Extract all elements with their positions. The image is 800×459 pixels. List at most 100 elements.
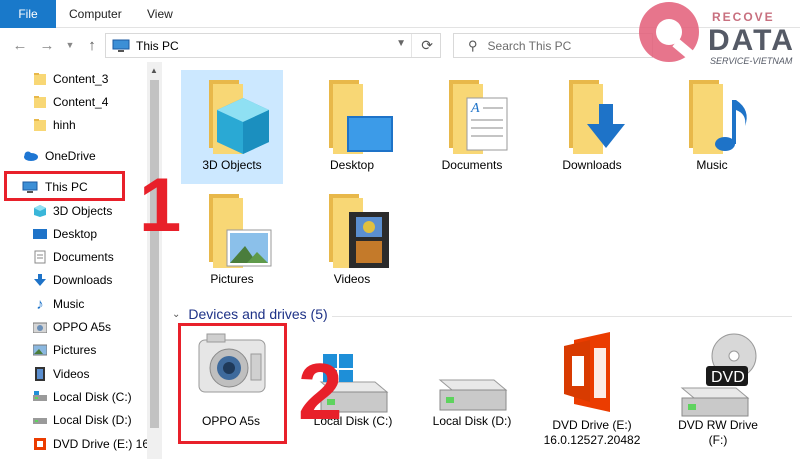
folder-downloads[interactable]: Downloads	[544, 76, 640, 173]
office-icon	[564, 332, 610, 412]
scroll-up-icon[interactable]: ▲	[150, 66, 158, 75]
folder-videos[interactable]: Videos	[304, 190, 400, 287]
folder-desktop[interactable]: Desktop	[304, 76, 400, 173]
office-icon	[32, 436, 48, 452]
folder-label: Desktop	[329, 158, 375, 172]
sidebar-item-label: Pictures	[53, 343, 97, 357]
chevron-down-icon[interactable]: ⌄	[172, 309, 180, 320]
picture-icon	[32, 342, 48, 358]
sidebar-item-content-4[interactable]: Content_4	[0, 91, 147, 113]
picture-icon	[209, 194, 272, 268]
sidebar-item-downloads[interactable]: Downloads	[0, 269, 147, 291]
folder-3d-objects[interactable]: 3D Objects	[184, 76, 280, 173]
tab-computer[interactable]: Computer	[69, 0, 122, 28]
step-number-2: 2	[298, 347, 343, 436]
sidebar-item-videos[interactable]: Videos	[0, 363, 147, 385]
film-icon	[32, 366, 48, 382]
refresh-icon[interactable]: ⟳	[421, 37, 433, 54]
scrollbar-thumb[interactable]	[150, 80, 159, 428]
document-icon: A	[449, 80, 508, 154]
svg-text:A: A	[470, 101, 480, 116]
folder-label: Videos	[333, 272, 371, 286]
back-arrow-icon[interactable]: ←	[10, 35, 30, 55]
address-location: This PC	[136, 38, 179, 53]
folder-icon	[32, 71, 48, 87]
dvd-icon: DVD	[680, 333, 757, 417]
device-dvd-e[interactable]: DVD Drive (E:) 16.0.12527.20482	[542, 332, 642, 448]
sidebar-item-onedrive[interactable]: OneDrive	[0, 145, 147, 167]
sidebar-item-label: 3D Objects	[53, 204, 113, 218]
sidebar-item-label: Content_3	[53, 72, 109, 86]
address-dropdown-icon[interactable]: ▼	[396, 38, 406, 49]
device-label: DVD RW Drive	[678, 418, 758, 432]
device-label: DVD Drive (E:)	[552, 418, 632, 432]
sidebar-item-label: Documents	[53, 250, 114, 264]
logo-text-1: RECOVE	[712, 10, 775, 24]
drive-icon	[32, 389, 48, 405]
address-bar[interactable]: This PC ▼ ⟳	[105, 33, 441, 58]
tab-view[interactable]: View	[147, 0, 173, 28]
drive-icon	[32, 412, 48, 428]
download-icon	[569, 80, 625, 154]
search-input[interactable]: Search This PC	[488, 39, 572, 53]
computer-icon	[112, 39, 130, 52]
cube-icon	[32, 203, 48, 219]
sidebar-item-label: OneDrive	[45, 149, 96, 163]
navigation-pane: Content_3 Content_4 hinh OneDrive This P…	[0, 62, 147, 459]
drive-icon	[438, 379, 508, 411]
sidebar-item-label: Downloads	[53, 273, 113, 287]
sidebar-item-hinh[interactable]: hinh	[0, 114, 147, 136]
document-icon	[32, 249, 48, 265]
sidebar-item-label: Music	[53, 297, 85, 311]
desktop-icon	[329, 80, 393, 154]
folder-label: Pictures	[210, 272, 254, 286]
search-box[interactable]: ⚲ Search This PC	[453, 33, 653, 58]
device-sublabel: 16.0.12527.20482	[543, 433, 641, 447]
group-divider	[332, 316, 792, 317]
sidebar-item-local-disk-c[interactable]: Local Disk (C:)	[0, 386, 147, 408]
sidebar-item-music[interactable]: ♪ Music	[0, 293, 147, 315]
sidebar-item-label: OPPO A5s	[53, 320, 112, 334]
sidebar-item-local-disk-d[interactable]: Local Disk (D:)	[0, 409, 147, 431]
device-local-disk-d[interactable]: Local Disk (D:)	[427, 374, 517, 429]
logo: RECOVE DATA SERVICE-VIETNAM	[636, 0, 800, 66]
sidebar-item-oppo[interactable]: OPPO A5s	[0, 316, 147, 338]
download-icon	[32, 272, 48, 288]
search-icon: ⚲	[468, 37, 478, 53]
sidebar-scrollbar[interactable]: ▲	[147, 62, 162, 459]
logo-text-2: DATA	[708, 24, 795, 57]
highlight-box-this-pc	[4, 171, 125, 201]
sidebar-item-label: Local Disk (D:)	[53, 413, 132, 427]
up-arrow-icon[interactable]: ↑	[82, 35, 102, 55]
folder-documents[interactable]: A Documents	[424, 76, 520, 173]
sidebar-item-documents[interactable]: Documents	[0, 246, 147, 268]
step-number-1: 1	[139, 163, 182, 248]
file-tab[interactable]: File	[0, 0, 56, 28]
devices-group-header[interactable]: ⌄ Devices and drives (5)	[172, 306, 328, 322]
folder-pictures[interactable]: Pictures	[184, 190, 280, 287]
highlight-box-oppo	[178, 323, 287, 444]
folder-music[interactable]: Music	[664, 76, 760, 173]
sidebar-item-label: Content_4	[53, 95, 109, 109]
folder-label: Music	[696, 158, 728, 172]
cube-icon	[209, 80, 269, 154]
folder-icon	[32, 94, 48, 110]
sidebar-item-label: Videos	[53, 367, 90, 381]
music-icon	[689, 80, 747, 154]
sidebar-item-dvd-e[interactable]: DVD Drive (E:) 16.0	[0, 433, 147, 455]
folder-label: Downloads	[562, 158, 622, 172]
sidebar-item-label: DVD Drive (E:) 16.0	[53, 437, 147, 451]
forward-arrow-icon[interactable]: →	[37, 35, 57, 55]
device-dvd-rw-f[interactable]: DVD DVD RW Drive (F:)	[668, 332, 768, 448]
camera-icon	[32, 319, 48, 335]
devices-group-title: Devices and drives (5)	[188, 306, 328, 322]
recent-dropdown-icon[interactable]: ▼	[60, 35, 80, 55]
sidebar-item-3d-objects[interactable]: 3D Objects	[0, 200, 147, 222]
sidebar-item-content-3[interactable]: Content_3	[0, 68, 147, 90]
folder-icon	[32, 117, 48, 133]
sidebar-item-label: Desktop	[53, 227, 98, 241]
dvd-disc-text: DVD	[711, 369, 745, 386]
sidebar-item-pictures[interactable]: Pictures	[0, 339, 147, 361]
cloud-icon	[22, 148, 38, 164]
sidebar-item-desktop[interactable]: Desktop	[0, 223, 147, 245]
